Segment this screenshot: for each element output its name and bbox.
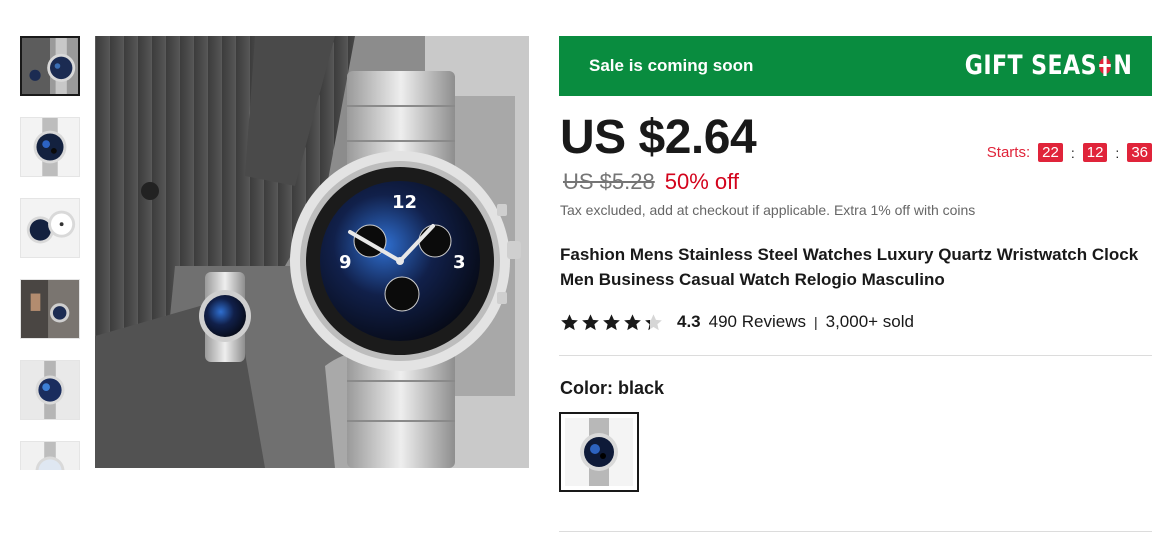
product-title: Fashion Mens Stainless Steel Watches Lux…	[560, 245, 1139, 289]
divider	[559, 531, 1152, 532]
countdown-seconds: 36	[1127, 143, 1152, 162]
countdown-minutes: 12	[1082, 143, 1108, 162]
countdown-separator: :	[1115, 144, 1120, 161]
current-price: US $2.64	[560, 111, 757, 164]
countdown-hours: 22	[1038, 143, 1063, 162]
star-icon	[624, 313, 641, 330]
main-product-image[interactable]: 12 3 9	[95, 36, 529, 468]
gift-season-logo: GIFT SEAS N	[964, 50, 1132, 81]
color-swatch-black[interactable]	[559, 412, 639, 492]
separator: |	[813, 314, 818, 330]
star-icon	[645, 313, 662, 330]
color-label: Color: black	[560, 378, 665, 398]
sold-count: 3,000+ sold	[825, 312, 914, 331]
sale-banner-text: Sale is coming soon	[589, 56, 754, 75]
rating-score: 4.3	[677, 312, 701, 331]
svg-text:12: 12	[392, 192, 417, 213]
thumbnail-list[interactable]	[20, 36, 80, 470]
watch-on-wrist-photo-icon: 12 3 9	[95, 36, 529, 468]
gift-bow-icon	[1097, 54, 1112, 76]
thumbnail-5[interactable]	[20, 360, 80, 420]
reviews-link[interactable]: 490 Reviews	[709, 312, 806, 332]
sale-banner[interactable]: Sale is coming soon GIFT SEAS N	[559, 36, 1152, 96]
watch-swatch-icon	[565, 418, 633, 486]
svg-text:3: 3	[453, 252, 466, 273]
thumbnail-2[interactable]	[20, 117, 80, 177]
star-icon	[582, 313, 599, 330]
star-rating[interactable]	[560, 313, 665, 332]
star-icon	[561, 313, 578, 330]
star-icon	[603, 313, 620, 330]
tax-note: Tax excluded, add at checkout if applica…	[560, 202, 976, 218]
rating-row[interactable]: 4.3 490 Reviews | 3,000+ sold	[560, 312, 914, 332]
countdown-label: Starts:	[986, 144, 1031, 161]
thumbnail-3[interactable]	[20, 198, 80, 258]
svg-text:9: 9	[339, 252, 352, 273]
original-price-row: US $5.28 50% off	[563, 169, 739, 195]
divider	[559, 355, 1152, 356]
discount-badge: 50% off	[664, 169, 739, 194]
thumbnail-1[interactable]	[20, 36, 80, 96]
thumbnail-6[interactable]	[20, 441, 80, 470]
thumbnail-4[interactable]	[20, 279, 80, 339]
original-price: US $5.28	[563, 169, 655, 194]
sale-countdown: Starts: 22 : 12 : 36	[987, 143, 1152, 162]
countdown-separator: :	[1070, 144, 1075, 161]
